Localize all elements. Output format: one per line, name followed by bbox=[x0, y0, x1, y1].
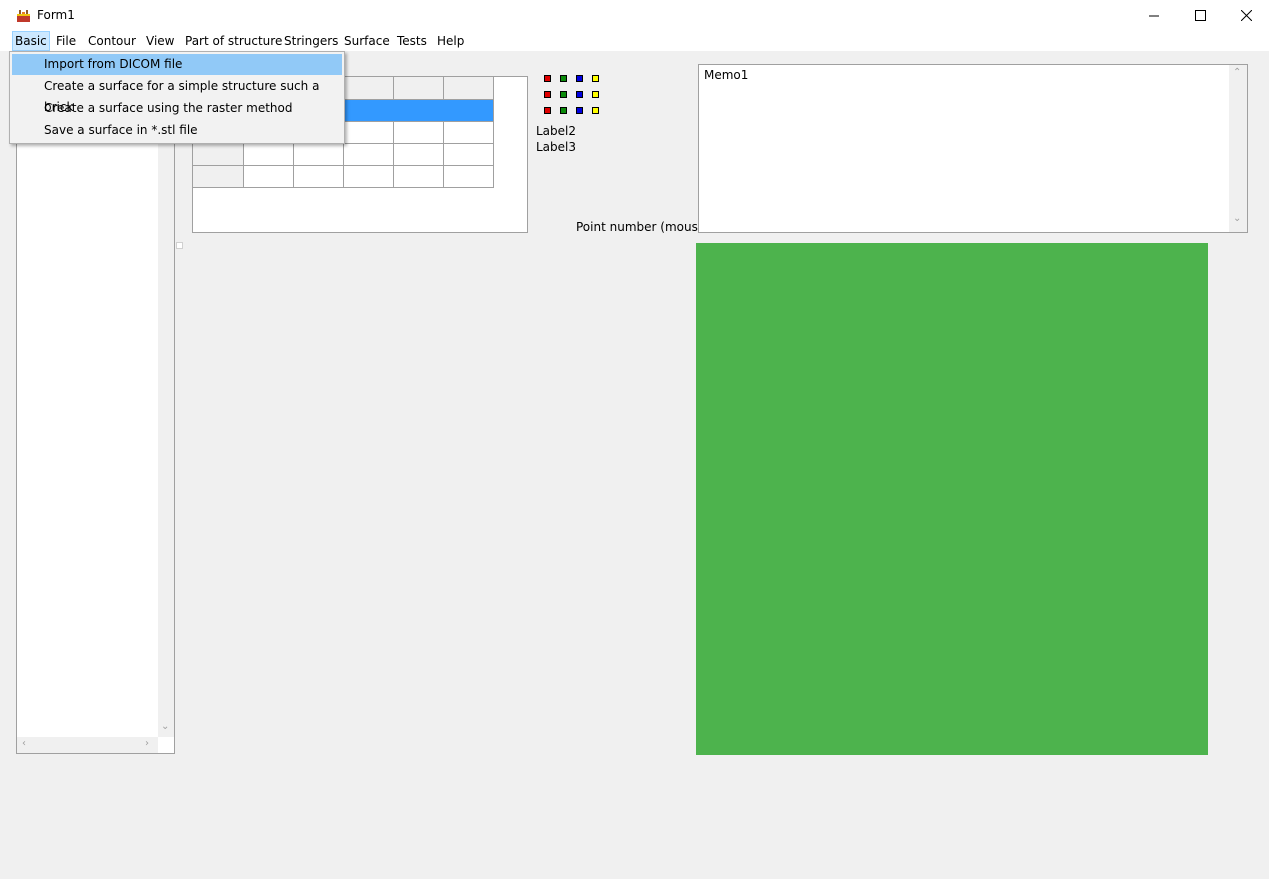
memo-textarea[interactable] bbox=[698, 64, 1248, 233]
menu-item-create-simple-surface[interactable]: Create a surface for a simple structure … bbox=[12, 76, 342, 114]
grid-row-header bbox=[193, 144, 244, 166]
menu-stringers[interactable]: Stringers bbox=[282, 32, 340, 50]
label2: Label2 bbox=[536, 124, 577, 138]
grid-cell[interactable] bbox=[244, 144, 294, 166]
grid-cell[interactable] bbox=[294, 144, 344, 166]
point-number-label: Point number (mouse) bbox=[576, 220, 710, 234]
menu-file[interactable]: File bbox=[54, 32, 78, 50]
blue-marker-icon bbox=[576, 91, 583, 98]
red-marker-icon bbox=[544, 91, 551, 98]
window-title: Form1 bbox=[37, 8, 75, 22]
basic-dropdown-menu: Import from DICOM file Create a surface … bbox=[9, 51, 345, 144]
left-vertical-scrollbar[interactable]: ⌄ bbox=[158, 63, 174, 737]
chevron-down-icon[interactable]: ⌄ bbox=[161, 721, 169, 732]
chevron-down-icon[interactable]: ⌄ bbox=[1233, 213, 1241, 224]
menu-tests[interactable]: Tests bbox=[395, 32, 429, 50]
grid-header-cell bbox=[444, 77, 494, 100]
red-marker-icon bbox=[544, 75, 551, 82]
close-button[interactable] bbox=[1223, 0, 1269, 31]
grid-cell[interactable] bbox=[444, 166, 494, 188]
grid-cell[interactable] bbox=[394, 122, 444, 144]
grid-cell[interactable] bbox=[344, 122, 394, 144]
menu-part-of-structure[interactable]: Part of structure bbox=[183, 32, 284, 50]
menu-view[interactable]: View bbox=[144, 32, 176, 50]
green-marker-icon bbox=[560, 91, 567, 98]
menu-item-import-dicom[interactable]: Import from DICOM file bbox=[12, 54, 342, 75]
resize-handle[interactable] bbox=[176, 242, 183, 249]
green-marker-icon bbox=[560, 107, 567, 114]
grid-cell[interactable] bbox=[294, 166, 344, 188]
menu-bar: Basic File Contour View Part of structur… bbox=[0, 31, 1269, 51]
grid-cell[interactable] bbox=[394, 144, 444, 166]
chevron-up-icon[interactable]: ⌃ bbox=[1233, 67, 1241, 78]
label3: Label3 bbox=[536, 140, 577, 154]
chevron-right-icon[interactable]: › bbox=[145, 738, 149, 749]
grid-row-header bbox=[193, 166, 244, 188]
grid-cell[interactable] bbox=[344, 166, 394, 188]
menu-surface[interactable]: Surface bbox=[342, 32, 392, 50]
menu-help[interactable]: Help bbox=[435, 32, 466, 50]
left-horizontal-scrollbar[interactable]: ‹ › bbox=[17, 737, 158, 753]
image-panel[interactable] bbox=[696, 243, 1208, 755]
memo-text: Memo1 bbox=[704, 68, 749, 82]
grid-cell[interactable] bbox=[394, 166, 444, 188]
chevron-left-icon[interactable]: ‹ bbox=[22, 738, 26, 749]
blue-marker-icon bbox=[576, 107, 583, 114]
memo-vertical-scrollbar[interactable]: ⌃ ⌄ bbox=[1229, 65, 1247, 232]
blue-marker-icon bbox=[576, 75, 583, 82]
title-bar: Form1 bbox=[0, 0, 1269, 31]
app-icon bbox=[15, 7, 32, 24]
menu-item-create-raster-surface[interactable]: Create a surface using the raster method bbox=[12, 98, 342, 119]
grid-header-cell bbox=[344, 77, 394, 100]
maximize-button[interactable] bbox=[1177, 0, 1223, 31]
yellow-marker-icon bbox=[592, 75, 599, 82]
menu-item-save-stl[interactable]: Save a surface in *.stl file bbox=[12, 120, 342, 141]
yellow-marker-icon bbox=[592, 107, 599, 114]
grid-cell[interactable] bbox=[444, 144, 494, 166]
grid-cell[interactable] bbox=[444, 122, 494, 144]
yellow-marker-icon bbox=[592, 91, 599, 98]
red-marker-icon bbox=[544, 107, 551, 114]
menu-basic[interactable]: Basic bbox=[12, 31, 50, 51]
grid-header-cell bbox=[394, 77, 444, 100]
grid-cell[interactable] bbox=[344, 144, 394, 166]
left-listbox[interactable] bbox=[16, 62, 175, 754]
grid-cell[interactable] bbox=[244, 166, 294, 188]
menu-contour[interactable]: Contour bbox=[86, 32, 138, 50]
green-marker-icon bbox=[560, 75, 567, 82]
minimize-button[interactable] bbox=[1131, 0, 1177, 31]
